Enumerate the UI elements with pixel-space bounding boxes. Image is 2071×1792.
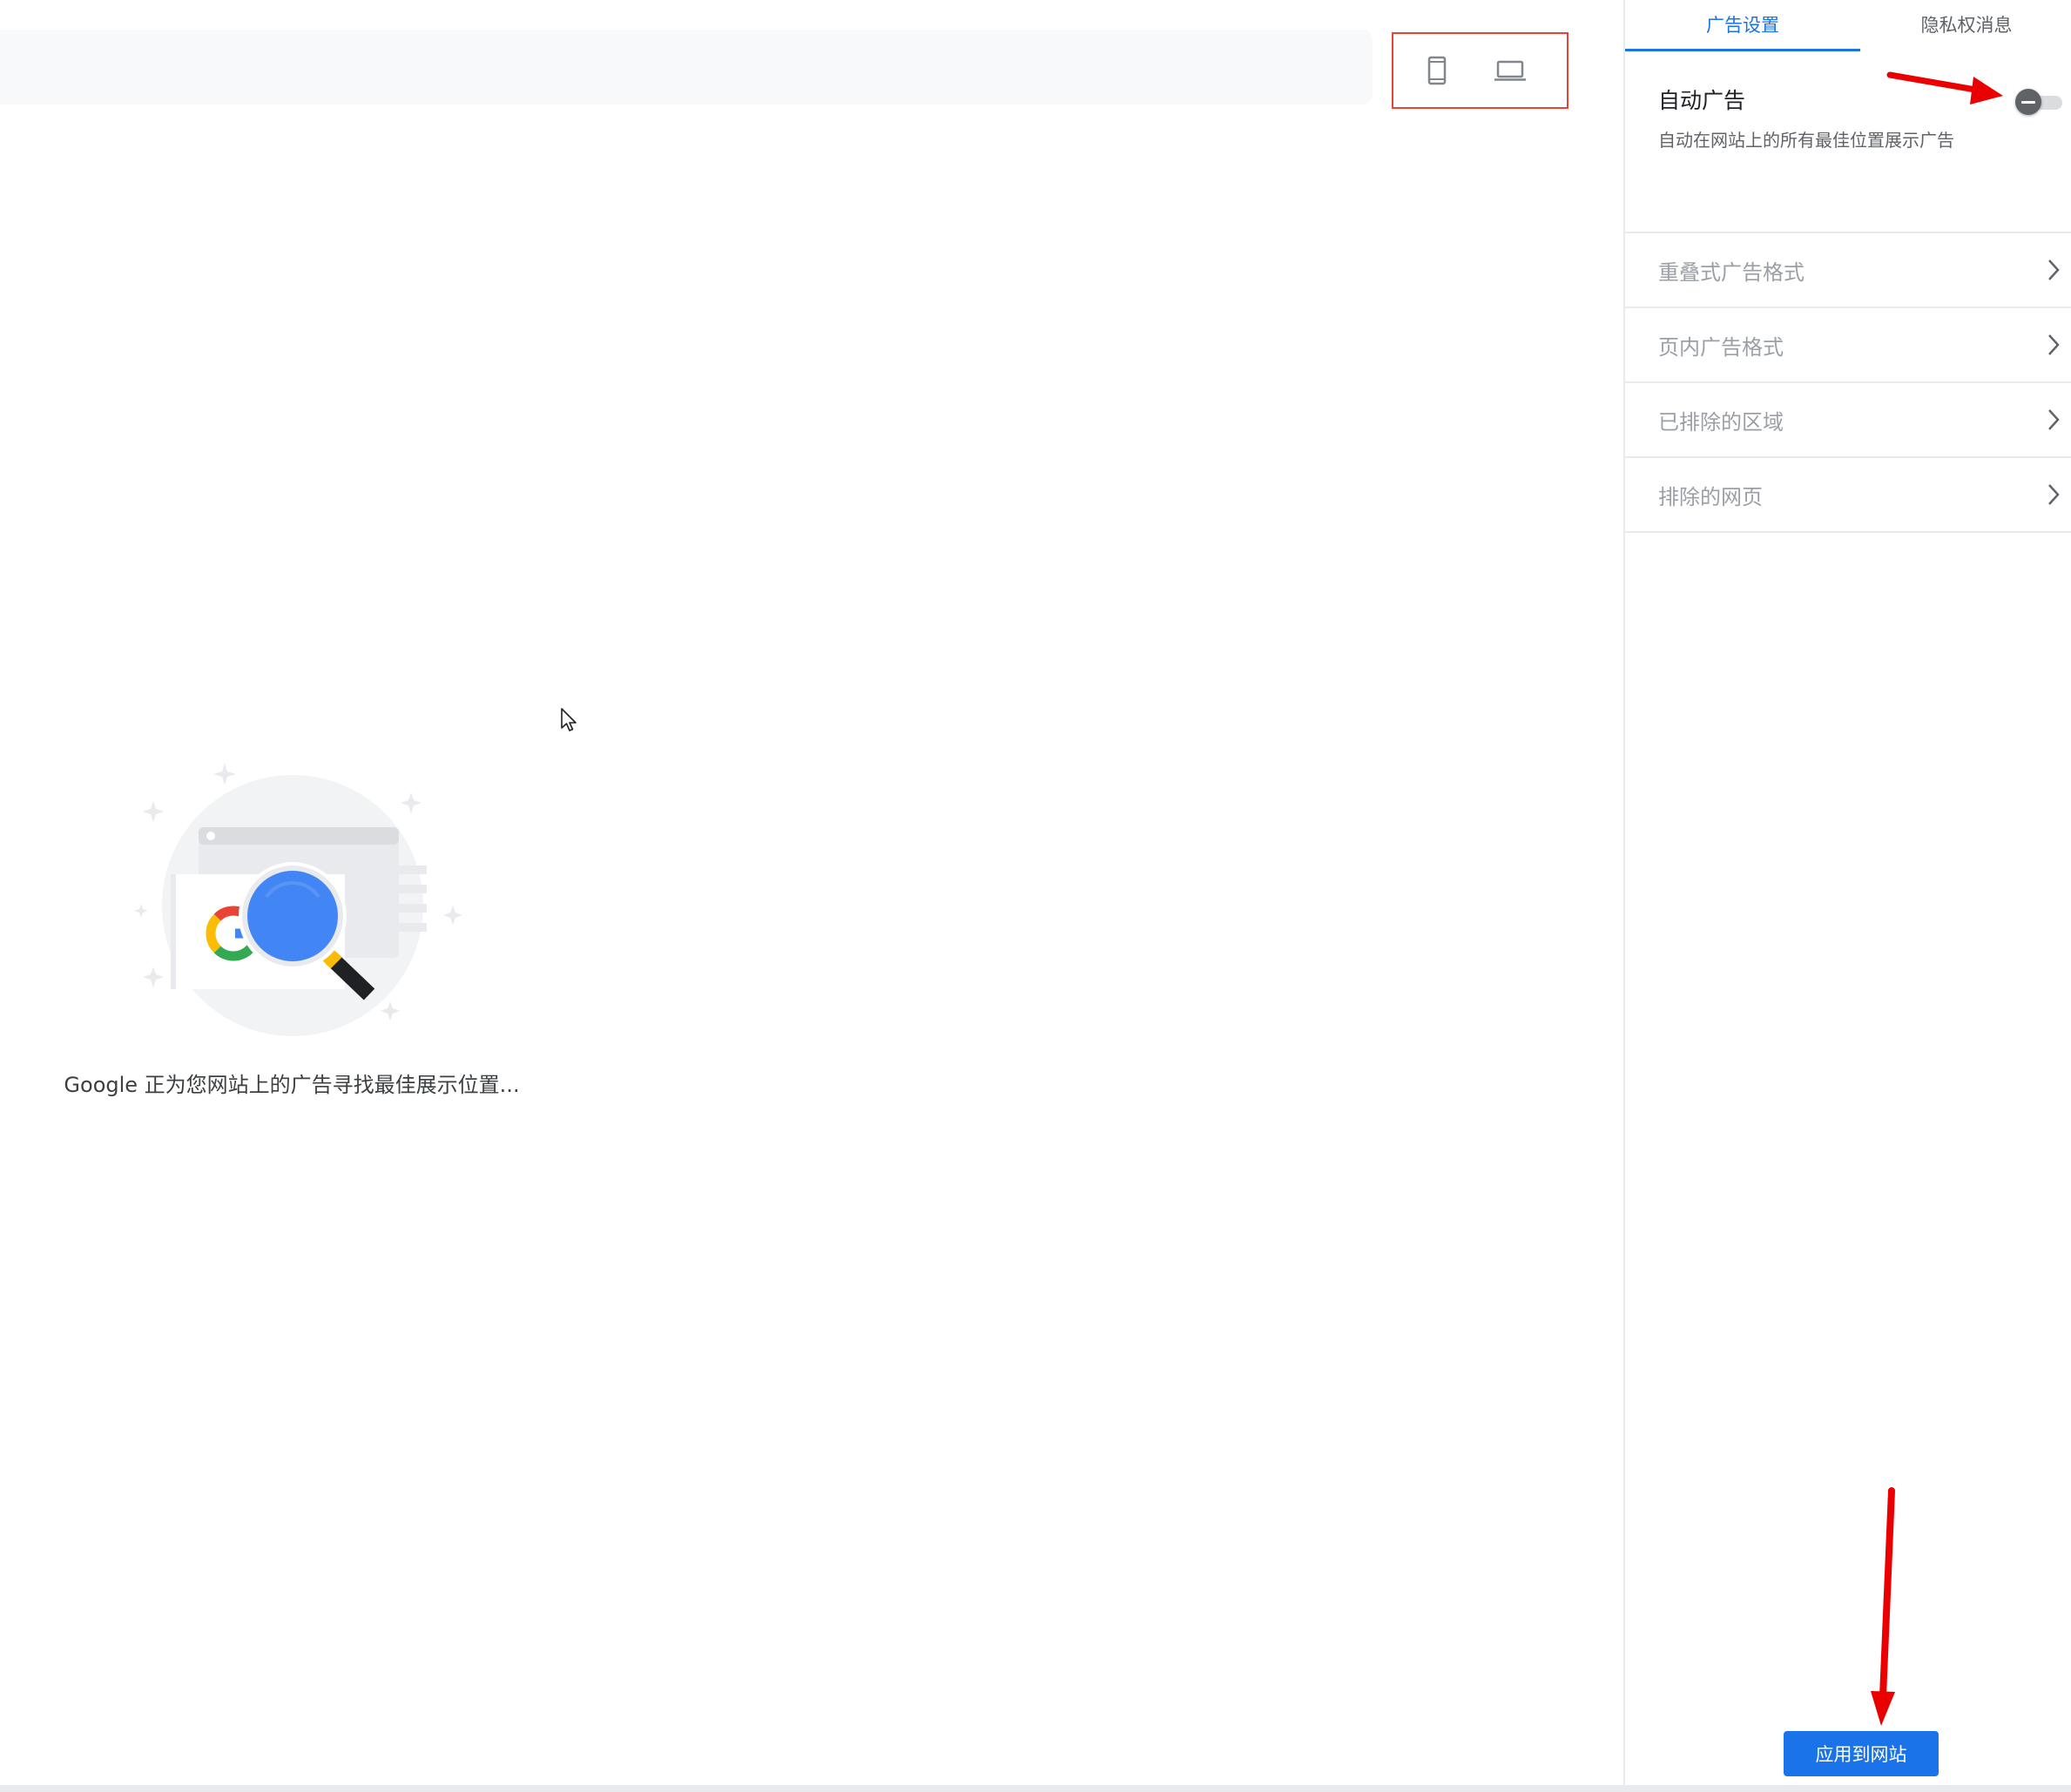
settings-panel: 广告设置 隐私权消息 自动广告 自动在网站上的所有最佳位置展示广告 重叠式广告格…: [1623, 0, 2071, 1787]
preview-loading-message: Google 正为您网站上的广告寻找最佳展示位置...: [64, 1073, 520, 1097]
desktop-view-button[interactable]: [1484, 44, 1536, 97]
chevron-right-icon: [2048, 484, 2060, 505]
bottom-scroll-strip: [0, 1785, 2071, 1792]
phone-icon: [1427, 56, 1447, 85]
auto-ads-section: 自动广告 自动在网站上的所有最佳位置展示广告: [1625, 51, 2071, 233]
menu-item-in-page-formats[interactable]: 页内广告格式: [1625, 308, 2071, 383]
panel-tabs: 广告设置 隐私权消息: [1625, 0, 2071, 51]
chevron-right-icon: [2048, 334, 2060, 355]
apply-to-site-button[interactable]: 应用到网站: [1784, 1731, 1939, 1776]
tab-ad-settings[interactable]: 广告设置: [1625, 0, 1860, 51]
settings-menu: 重叠式广告格式 页内广告格式 已排除的区域 排除的网页: [1625, 233, 2071, 533]
mobile-view-button[interactable]: [1411, 44, 1463, 97]
menu-item-overlay-formats[interactable]: 重叠式广告格式: [1625, 233, 2071, 308]
mouse-cursor-icon: [561, 708, 577, 731]
preview-url-bar: [0, 30, 1373, 104]
searching-illustration: [134, 763, 462, 1036]
tab-privacy-messages[interactable]: 隐私权消息: [1860, 0, 2071, 49]
device-toggle-group: [1392, 32, 1568, 109]
menu-item-excluded-pages[interactable]: 排除的网页: [1625, 458, 2071, 533]
toggle-knob: [2015, 89, 2041, 115]
auto-ads-description: 自动在网站上的所有最佳位置展示广告: [1658, 130, 1954, 151]
site-preview: Google 正为您网站上的广告寻找最佳展示位置...: [0, 0, 1623, 1787]
menu-item-label: 重叠式广告格式: [1658, 259, 1805, 285]
laptop-icon: [1494, 60, 1526, 81]
menu-item-label: 页内广告格式: [1658, 334, 1784, 360]
chevron-right-icon: [2048, 409, 2060, 430]
menu-item-label: 排除的网页: [1658, 484, 1763, 509]
auto-ads-title: 自动广告: [1658, 88, 1746, 113]
chevron-right-icon: [2048, 259, 2060, 280]
auto-ads-editor: Google 正为您网站上的广告寻找最佳展示位置... 广告设置 隐私权消息 自…: [0, 0, 2071, 1792]
auto-ads-toggle[interactable]: [2015, 89, 2062, 115]
menu-item-excluded-areas[interactable]: 已排除的区域: [1625, 383, 2071, 458]
menu-item-label: 已排除的区域: [1658, 409, 1784, 435]
